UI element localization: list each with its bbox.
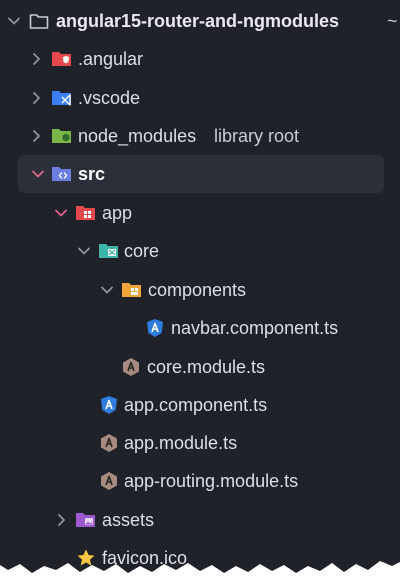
tree-row-favicon-file[interactable]: favicon.ico — [0, 539, 400, 573]
assets-folder-icon — [75, 509, 97, 531]
chevron-right-icon[interactable] — [51, 510, 71, 530]
angular-module-file-icon — [120, 356, 142, 378]
chevron-down-icon[interactable] — [4, 11, 24, 31]
tree-row-app-module-file[interactable]: app.module.ts — [0, 424, 400, 462]
vscode-folder-label: .vscode — [78, 88, 141, 108]
chevron-right-icon[interactable] — [26, 49, 46, 69]
vscode-folder-icon — [51, 87, 73, 109]
chevron-down-icon[interactable] — [74, 241, 94, 261]
tree-row-root[interactable]: angular15-router-and-ngmodules ~ — [0, 2, 400, 40]
components-folder-label: components — [148, 280, 247, 300]
project-root-label: angular15-router-and-ngmodules — [56, 11, 340, 31]
angular-module-file-icon — [98, 432, 120, 454]
app-component-file-label: app.component.ts — [124, 395, 268, 415]
assets-folder-label: assets — [102, 510, 155, 530]
components-folder-icon — [121, 279, 143, 301]
angular-component-file-icon — [98, 394, 120, 416]
tree-row-core-module-file[interactable]: core.module.ts — [0, 348, 400, 386]
nodejs-folder-icon — [51, 125, 73, 147]
chevron-down-icon[interactable] — [97, 280, 117, 300]
angular-folder-label: .angular — [78, 49, 144, 69]
tree-row-components-folder[interactable]: components — [0, 271, 400, 309]
chevron-down-icon[interactable] — [51, 203, 71, 223]
screenshot-viewport: angular15-router-and-ngmodules ~ .angula… — [0, 0, 400, 586]
chevron-right-icon[interactable] — [26, 88, 46, 108]
tree-row-src-folder[interactable]: src — [0, 155, 400, 193]
source-folder-icon — [51, 163, 73, 185]
navbar-file-label: navbar.component.ts — [171, 318, 339, 338]
src-folder-label: src — [78, 164, 106, 184]
chevron-down-icon[interactable] — [28, 164, 48, 184]
core-module-file-label: core.module.ts — [147, 357, 266, 377]
tree-row-app-routing-file[interactable]: app-routing.module.ts — [0, 462, 400, 500]
node-modules-label: node_modules — [78, 126, 197, 146]
project-path-suffix: ~ — [387, 11, 398, 31]
tree-row-app-component-file[interactable]: app.component.ts — [0, 386, 400, 424]
angular-folder-icon — [51, 48, 73, 70]
favicon-file-label: favicon.ico — [102, 548, 188, 568]
app-folder-icon — [75, 202, 97, 224]
project-tree-panel: angular15-router-and-ngmodules ~ .angula… — [0, 0, 400, 573]
tree-row-vscode-folder[interactable]: .vscode — [0, 79, 400, 117]
app-folder-label: app — [102, 203, 133, 223]
star-icon — [75, 547, 97, 569]
tree-row-navbar-file[interactable]: navbar.component.ts — [0, 309, 400, 347]
tree-row-angular-folder[interactable]: .angular — [0, 40, 400, 78]
tree-row-core-folder[interactable]: core — [0, 232, 400, 270]
tree-row-node-modules[interactable]: node_modules library root — [0, 117, 400, 155]
angular-component-file-icon — [144, 317, 166, 339]
app-module-file-label: app.module.ts — [124, 433, 238, 453]
folder-outline-icon — [28, 10, 50, 32]
core-folder-label: core — [124, 241, 160, 261]
core-folder-icon — [98, 240, 120, 262]
library-root-tag: library root — [214, 126, 300, 146]
tree-row-assets-folder[interactable]: assets — [0, 501, 400, 539]
tree-row-app-folder[interactable]: app — [0, 194, 400, 232]
app-routing-file-label: app-routing.module.ts — [124, 471, 299, 491]
angular-module-file-icon — [98, 470, 120, 492]
chevron-right-icon[interactable] — [26, 126, 46, 146]
